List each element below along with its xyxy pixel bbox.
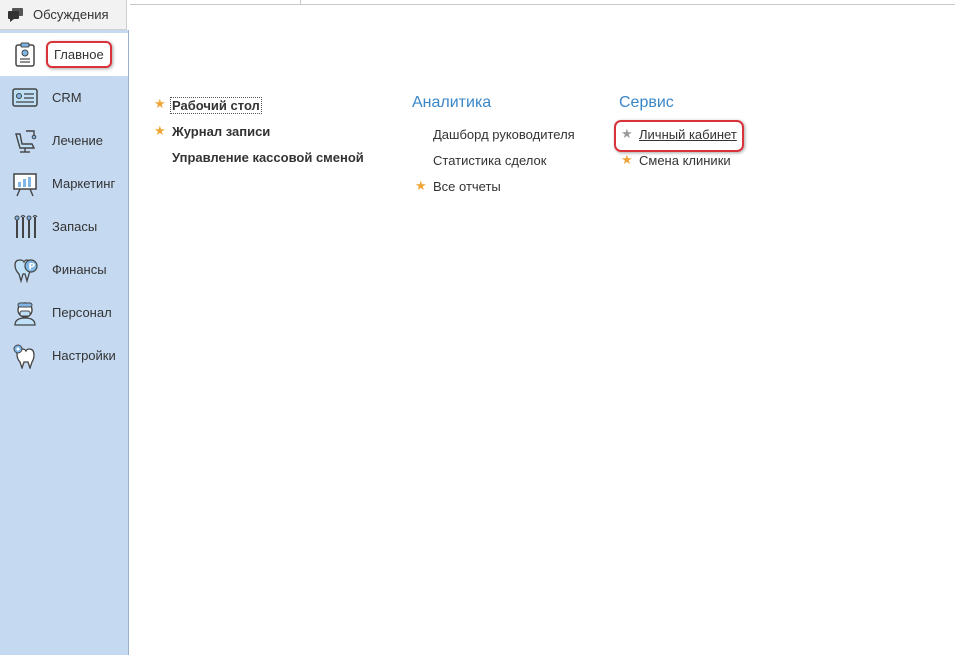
discussions-label: Обсуждения bbox=[33, 7, 109, 22]
sidebar-item-treatment[interactable]: Лечение bbox=[0, 119, 128, 162]
sidebar-item-main[interactable]: Главное bbox=[0, 33, 128, 76]
link-deal-stats[interactable]: Статистика сделок bbox=[433, 153, 546, 168]
tooth-gear-icon bbox=[11, 342, 39, 370]
sidebar-item-label: Настройки bbox=[52, 348, 116, 363]
star-icon[interactable]: ★ bbox=[154, 96, 166, 112]
sidebar-item-staff[interactable]: Персонал bbox=[0, 291, 128, 334]
link-manager-dashboard[interactable]: Дашборд руководителя bbox=[433, 127, 575, 142]
link-personal-cabinet[interactable]: Личный кабинет bbox=[639, 127, 737, 142]
section-title-analytics: Аналитика bbox=[412, 94, 492, 111]
link-cash-shift[interactable]: Управление кассовой сменой bbox=[172, 150, 364, 165]
link-change-clinic[interactable]: Смена клиники bbox=[639, 153, 731, 168]
sidebar-item-finance[interactable]: P Финансы bbox=[0, 248, 128, 291]
sidebar-item-label: Главное bbox=[46, 41, 112, 68]
dental-tools-icon bbox=[11, 213, 39, 241]
link-all-reports[interactable]: Все отчеты bbox=[433, 179, 501, 194]
sidebar-item-label: Маркетинг bbox=[52, 176, 116, 191]
sidebar-item-label: Финансы bbox=[52, 262, 107, 277]
doctor-icon bbox=[11, 299, 39, 327]
sidebar-item-marketing[interactable]: Маркетинг bbox=[0, 162, 128, 205]
link-appointment-journal[interactable]: Журнал записи bbox=[172, 124, 270, 139]
sidebar-item-label: Персонал bbox=[52, 305, 112, 320]
home-clipboard-icon bbox=[11, 41, 39, 69]
sidebar-item-crm[interactable]: CRM bbox=[0, 76, 128, 119]
sidebar-item-label: Запасы bbox=[52, 219, 98, 234]
star-icon[interactable]: ★ bbox=[621, 152, 633, 168]
svg-text:P: P bbox=[29, 262, 36, 272]
discussions-tab[interactable]: Обсуждения bbox=[0, 0, 127, 30]
star-icon[interactable]: ★ bbox=[415, 178, 427, 194]
sidebar-item-settings[interactable]: Настройки bbox=[0, 334, 128, 377]
sidebar: Главное CRM Лечение Маркетинг Запасы P Ф… bbox=[0, 30, 129, 655]
chat-bubbles-icon bbox=[8, 7, 24, 22]
dental-chair-icon bbox=[11, 127, 39, 155]
section-title-service: Сервис bbox=[619, 94, 674, 111]
sidebar-item-label: Лечение bbox=[52, 133, 104, 148]
presentation-board-icon bbox=[11, 170, 39, 198]
crm-card-icon bbox=[11, 84, 39, 112]
sidebar-item-stock[interactable]: Запасы bbox=[0, 205, 128, 248]
top-divider-tick bbox=[300, 0, 301, 5]
sidebar-item-label: CRM bbox=[52, 90, 82, 105]
star-icon[interactable]: ★ bbox=[154, 123, 166, 139]
tooth-coin-icon: P bbox=[11, 256, 39, 284]
star-icon[interactable]: ★ bbox=[621, 126, 633, 142]
top-divider bbox=[130, 4, 955, 5]
link-desktop[interactable]: Рабочий стол bbox=[170, 97, 262, 114]
